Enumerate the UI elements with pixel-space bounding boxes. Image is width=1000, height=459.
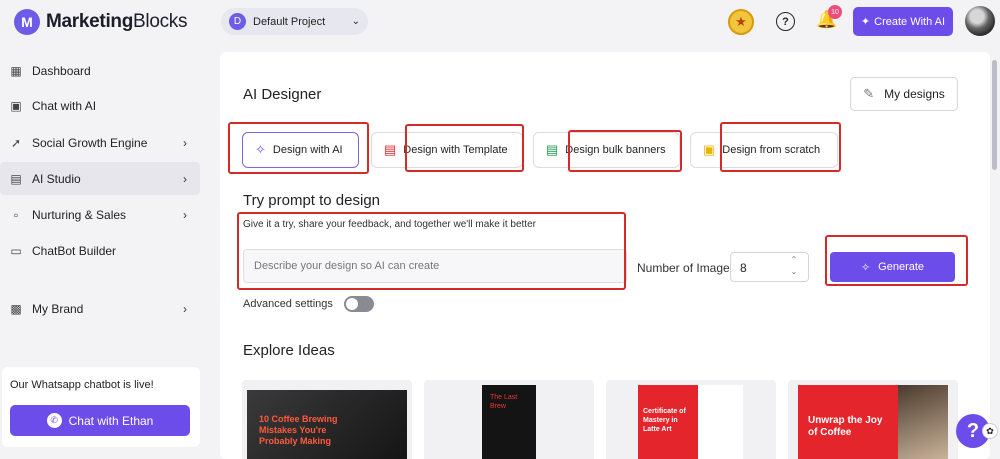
sidebar-item-label: Social Growth Engine bbox=[32, 135, 148, 150]
prompt-input[interactable] bbox=[243, 249, 627, 283]
number-of-image-label: Number of Image bbox=[637, 261, 730, 275]
rocket-icon: ➚ bbox=[10, 135, 22, 150]
scrollbar[interactable] bbox=[992, 60, 997, 170]
whatsapp-icon: ✆ bbox=[46, 413, 62, 428]
studio-icon: ▤ bbox=[10, 171, 22, 186]
chevron-right-icon: › bbox=[183, 207, 187, 222]
sidebar-item-label: My Brand bbox=[32, 301, 84, 316]
idea-card[interactable]: Certificate of Mastery in Latte Art bbox=[606, 380, 776, 459]
chevron-right-icon: › bbox=[183, 135, 187, 150]
try-prompt-heading: Try prompt to design bbox=[243, 192, 380, 209]
idea-thumbnail: The Last Brew bbox=[482, 385, 536, 459]
chevron-right-icon: › bbox=[183, 301, 187, 316]
my-designs-label: My designs bbox=[884, 87, 945, 101]
chat-with-ethan-button[interactable]: ✆ Chat with Ethan bbox=[10, 405, 190, 436]
sidebar-item-ai-studio[interactable]: ▤ AI Studio › bbox=[0, 162, 200, 195]
sidebar-item-label: Dashboard bbox=[32, 63, 91, 78]
tab-design-with-template[interactable]: ▤ Design with Template bbox=[371, 132, 523, 168]
whatsapp-promo-text: Our Whatsapp chatbot is live! bbox=[10, 379, 154, 391]
project-initial: D bbox=[229, 13, 246, 30]
create-with-ai-button[interactable]: ✦ Create With AI bbox=[853, 7, 953, 36]
project-name: Default Project bbox=[253, 15, 326, 28]
tab-label: Design with AI bbox=[272, 144, 343, 156]
tab-label: Design with Template bbox=[403, 144, 508, 156]
idea-thumbnail: 10 Coffee Brewing Mistakes You're Probab… bbox=[247, 390, 407, 459]
sidebar-item-nurturing-sales[interactable]: ▫ Nurturing & Sales › bbox=[0, 198, 200, 231]
explore-ideas-heading: Explore Ideas bbox=[243, 342, 335, 359]
chat-icon: ▣ bbox=[10, 98, 22, 113]
idea-card-text: Unwrap the Joy of Coffee bbox=[808, 415, 883, 438]
nurture-icon: ▫ bbox=[13, 207, 19, 222]
chevron-right-icon: › bbox=[183, 171, 187, 186]
sparkle-icon: ✦ bbox=[860, 16, 871, 28]
project-selector[interactable]: D Default Project ⌄ bbox=[221, 8, 368, 35]
idea-card-text: 10 Coffee Brewing Mistakes You're Probab… bbox=[259, 414, 338, 446]
brush-icon: ✎ bbox=[863, 86, 875, 101]
idea-card[interactable]: The Last Brew bbox=[424, 380, 594, 459]
sidebar-item-chatbot-builder[interactable]: ▭ ChatBot Builder bbox=[0, 234, 200, 267]
generate-button[interactable]: ✧ Generate bbox=[830, 252, 955, 282]
tab-design-with-ai[interactable]: ✧ Design with AI bbox=[242, 132, 359, 168]
tab-label: Design from scratch bbox=[722, 144, 821, 156]
idea-card[interactable]: 10 Coffee Brewing Mistakes You're Probab… bbox=[242, 380, 412, 459]
advanced-settings-toggle[interactable] bbox=[344, 296, 374, 312]
logo[interactable]: M MarketingBlocks bbox=[14, 9, 188, 35]
medal-icon[interactable]: ★ bbox=[728, 9, 754, 35]
decrement-icon[interactable]: ⌄ bbox=[784, 267, 804, 280]
tab-design-from-scratch[interactable]: ▣ Design from scratch bbox=[690, 132, 838, 168]
stack-icon: ▤ bbox=[546, 142, 559, 157]
sidebar-item-label: ChatBot Builder bbox=[32, 243, 117, 258]
idea-thumbnail: Unwrap the Joy of Coffee bbox=[798, 385, 948, 459]
generate-label: Generate bbox=[878, 261, 925, 273]
template-icon: ▤ bbox=[384, 142, 397, 157]
sidebar-item-social-growth-engine[interactable]: ➚ Social Growth Engine › bbox=[0, 126, 200, 159]
brain-icon: ✿ bbox=[982, 423, 998, 439]
page-title: AI Designer bbox=[243, 86, 322, 103]
top-bar: M MarketingBlocks D Default Project ⌄ ★ … bbox=[0, 0, 1000, 44]
bot-icon: ▭ bbox=[10, 243, 22, 258]
idea-thumbnail: Certificate of Mastery in Latte Art bbox=[638, 385, 743, 459]
logo-mark-icon: M bbox=[14, 9, 40, 35]
idea-card-text: The Last Brew bbox=[490, 394, 518, 410]
sidebar-item-label: AI Studio bbox=[32, 171, 81, 186]
try-prompt-subtitle: Give it a try, share your feedback, and … bbox=[243, 219, 536, 230]
create-with-ai-label: Create With AI bbox=[874, 15, 946, 28]
help-icon[interactable]: ? bbox=[776, 12, 795, 31]
sidebar-item-my-brand[interactable]: ▩ My Brand › bbox=[0, 292, 200, 325]
whatsapp-promo: Our Whatsapp chatbot is live! ✆ Chat wit… bbox=[2, 367, 200, 447]
chat-with-ethan-label: Chat with Ethan bbox=[68, 413, 154, 428]
sidebar-item-dashboard[interactable]: ▦ Dashboard bbox=[0, 54, 200, 87]
sparkle-icon: ✧ bbox=[860, 261, 871, 274]
tab-design-bulk-banners[interactable]: ▤ Design bulk banners bbox=[533, 132, 680, 168]
advanced-settings-label: Advanced settings bbox=[243, 298, 333, 310]
sidebar-item-label: Nurturing & Sales bbox=[32, 207, 127, 222]
idea-card[interactable]: Unwrap the Joy of Coffee bbox=[788, 380, 958, 459]
logo-text: MarketingBlocks bbox=[46, 11, 188, 32]
avatar[interactable] bbox=[965, 6, 995, 36]
idea-thumbnail-photo bbox=[898, 385, 948, 459]
my-designs-button[interactable]: ✎ My designs bbox=[850, 77, 958, 111]
sidebar-item-label: Chat with AI bbox=[32, 98, 97, 113]
dashboard-icon: ▦ bbox=[10, 63, 22, 78]
chevron-down-icon: ⌄ bbox=[351, 16, 360, 27]
idea-card-text: Certificate of Mastery in Latte Art bbox=[643, 408, 686, 433]
notification-count-badge: 10 bbox=[828, 5, 842, 19]
brand-icon: ▩ bbox=[10, 301, 22, 316]
tab-label: Design bulk banners bbox=[565, 144, 666, 156]
sparkle-icon: ✧ bbox=[255, 142, 266, 157]
sidebar-item-chat-with-ai[interactable]: ▣ Chat with AI bbox=[0, 89, 200, 122]
note-icon: ▣ bbox=[703, 142, 716, 157]
main-panel: AI Designer ✎ My designs ✧ Design with A… bbox=[220, 52, 990, 459]
